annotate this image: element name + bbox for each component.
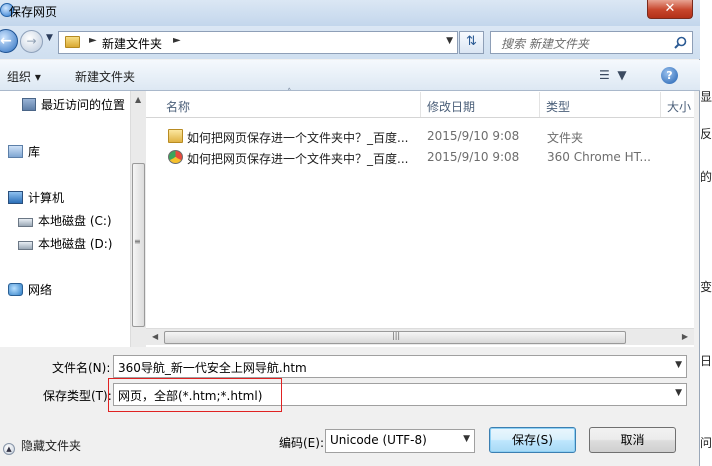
- hide-folders-label: 隐藏文件夹: [21, 439, 82, 453]
- organize-menu[interactable]: 组织 ▾: [7, 68, 41, 85]
- forward-button[interactable]: →: [20, 30, 43, 53]
- sidebar-item-libraries[interactable]: 库: [8, 143, 40, 160]
- drive-icon: [18, 218, 33, 227]
- save-dialog: 保存网页 ✕ ← → ▼ ► 新建文件夹 ► ▼ ⇅ 搜索 新建文件夹 组织 ▾…: [0, 0, 700, 466]
- refresh-icon: ⇅: [466, 34, 477, 49]
- column-header-size[interactable]: 大小: [667, 98, 691, 115]
- save-button[interactable]: 保存(S): [489, 427, 576, 453]
- background-text: 变: [701, 280, 712, 294]
- column-divider[interactable]: [539, 92, 540, 117]
- scroll-right-icon[interactable]: ▶: [682, 332, 688, 341]
- chevron-down-icon[interactable]: ▼: [463, 434, 470, 444]
- cancel-button[interactable]: 取消: [589, 427, 676, 453]
- recent-places-icon: [22, 98, 36, 111]
- background-window-edge: 显 反 的 变 日 问: [701, 0, 712, 466]
- close-button[interactable]: ✕: [647, 0, 693, 19]
- help-icon[interactable]: ?: [661, 67, 678, 84]
- file-type: 360 Chrome HT...: [547, 150, 651, 164]
- column-divider[interactable]: [660, 92, 661, 117]
- new-folder-button[interactable]: 新建文件夹: [75, 68, 135, 85]
- title-bar: 保存网页 ✕: [0, 0, 700, 26]
- encoding-label: 编码(E):: [279, 436, 324, 450]
- sidebar-item-drive-c[interactable]: 本地磁盘 (C:): [18, 212, 112, 229]
- folder-icon: [65, 36, 80, 48]
- column-header-name[interactable]: 名称: [166, 98, 190, 115]
- breadcrumb-current-folder[interactable]: 新建文件夹: [102, 35, 162, 52]
- sort-ascending-icon: ˄: [287, 88, 292, 98]
- filename-input[interactable]: 360导航_新一代安全上网导航.htm: [118, 359, 307, 376]
- column-header-row: ˄ 名称 修改日期 类型 大小: [146, 88, 694, 118]
- address-dropdown-icon[interactable]: ▼: [446, 36, 453, 46]
- breadcrumb-separator-icon[interactable]: ►: [89, 35, 97, 46]
- chevron-down-icon[interactable]: ▼: [675, 360, 682, 370]
- sidebar-item-label: 本地磁盘 (D:): [38, 237, 113, 251]
- view-options-icon[interactable]: ☰ ▼: [599, 68, 627, 82]
- background-text: 的: [701, 170, 712, 184]
- back-button[interactable]: ←: [0, 29, 18, 53]
- address-bar[interactable]: ► 新建文件夹 ► ▼: [58, 31, 458, 54]
- chrome-html-icon: [168, 150, 183, 164]
- background-text: 问: [701, 436, 712, 450]
- filename-combobox[interactable]: 360导航_新一代安全上网导航.htm ▼: [113, 355, 687, 378]
- column-header-type[interactable]: 类型: [546, 98, 570, 115]
- recent-pages-dropdown-icon[interactable]: ▼: [46, 33, 53, 43]
- background-text: 日: [701, 354, 712, 368]
- sidebar-item-label: 最近访问的位置: [41, 98, 126, 112]
- scroll-grip-icon: |||: [392, 331, 401, 340]
- file-date: 2015/9/10 9:08: [427, 150, 520, 164]
- computer-icon: [8, 191, 23, 204]
- file-type: 文件夹: [547, 131, 584, 145]
- search-box[interactable]: 搜索 新建文件夹: [490, 31, 693, 54]
- file-row[interactable]: 如何把网页保存进一个文件夹中？_百度... 2015/9/10 9:08 360…: [146, 148, 694, 168]
- breadcrumb-separator-icon[interactable]: ►: [173, 35, 181, 46]
- sidebar-item-label: 网络: [28, 283, 53, 297]
- drive-icon: [18, 241, 33, 250]
- sidebar-item-label: 本地磁盘 (C:): [38, 214, 112, 228]
- network-icon: [8, 283, 23, 296]
- annotation-highlight-box: [108, 378, 282, 412]
- search-icon[interactable]: [674, 36, 687, 49]
- encoding-select[interactable]: Unicode (UTF-8) ▼: [325, 429, 475, 453]
- address-row: ← → ▼ ► 新建文件夹 ► ▼ ⇅ 搜索 新建文件夹: [0, 26, 700, 59]
- background-text: 显: [701, 90, 712, 104]
- file-name[interactable]: 如何把网页保存进一个文件夹中？_百度...: [187, 150, 408, 167]
- folder-icon: [168, 129, 183, 143]
- column-header-date[interactable]: 修改日期: [427, 98, 475, 115]
- scroll-up-icon[interactable]: ▲: [135, 95, 141, 104]
- encoding-value[interactable]: Unicode (UTF-8): [330, 433, 427, 447]
- sidebar-scrollbar[interactable]: ▲ ≡: [130, 91, 146, 347]
- search-input[interactable]: 搜索 新建文件夹: [501, 35, 589, 52]
- file-row[interactable]: 如何把网页保存进一个文件夹中？_百度... 2015/9/10 9:08 文件夹: [146, 127, 694, 147]
- sidebar-item-recent[interactable]: 最近访问的位置: [22, 96, 125, 113]
- file-name[interactable]: 如何把网页保存进一个文件夹中？_百度...: [187, 129, 408, 146]
- library-icon: [8, 145, 23, 158]
- scroll-left-icon[interactable]: ◀: [152, 332, 158, 341]
- file-list-pane: ˄ 名称 修改日期 类型 大小 如何把网页保存进一个文件夹中？_百度... 20…: [146, 88, 694, 347]
- navigation-pane: 最近访问的位置 库 计算机 本地磁盘 (C:) 本地磁盘 (D:) 网络 ▲ ≡: [0, 91, 146, 347]
- refresh-button[interactable]: ⇅: [459, 31, 484, 54]
- sidebar-item-label: 库: [28, 145, 41, 159]
- column-divider[interactable]: [420, 92, 421, 117]
- collapse-icon: ▲: [3, 443, 15, 455]
- chevron-down-icon[interactable]: ▼: [675, 388, 682, 398]
- background-text: 反: [701, 127, 712, 141]
- window-title: 保存网页: [9, 5, 58, 19]
- horizontal-scrollbar[interactable]: ◀ ||| ▶: [146, 328, 694, 345]
- sidebar-item-computer[interactable]: 计算机: [8, 189, 64, 206]
- sidebar-item-label: 计算机: [28, 191, 65, 205]
- file-date: 2015/9/10 9:08: [427, 129, 520, 143]
- filename-label: 文件名(N):: [52, 361, 111, 375]
- command-toolbar: 组织 ▾ 新建文件夹 ☰ ▼ ?: [0, 60, 700, 91]
- hide-folders-toggle[interactable]: ▲ 隐藏文件夹: [3, 437, 81, 455]
- sidebar-item-network[interactable]: 网络: [8, 281, 52, 298]
- sidebar-item-drive-d[interactable]: 本地磁盘 (D:): [18, 235, 112, 252]
- filetype-label: 保存类型(T):: [43, 389, 112, 403]
- scroll-grip-icon: ≡: [134, 237, 141, 246]
